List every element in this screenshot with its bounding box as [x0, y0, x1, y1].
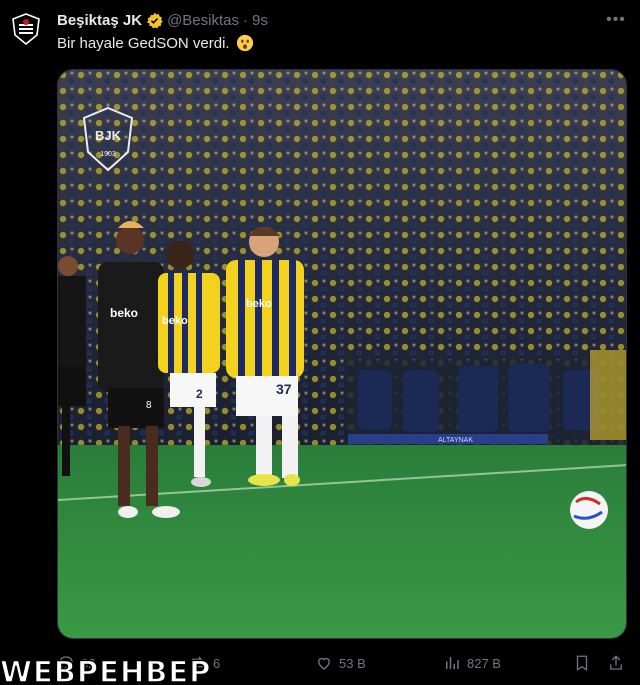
- jersey-number-yellow-right: 37: [276, 381, 292, 397]
- views-chart-icon: [446, 657, 459, 669]
- author-handle[interactable]: @Besiktas: [167, 12, 239, 29]
- logo-letters: BJK: [95, 128, 122, 143]
- astonished-face-emoji-icon: [236, 34, 253, 52]
- sponsor-yellow-right: beko: [246, 298, 272, 310]
- post-text: Bir hayale GedSON verdi.: [57, 34, 230, 52]
- heart-icon: [318, 657, 330, 670]
- post-header: Beşiktaş JK @Besiktas · 9s •••: [57, 10, 626, 30]
- time-separator: ·: [242, 11, 248, 29]
- like-count: 53 B: [339, 655, 366, 671]
- jersey-number-yellow-left: 2: [196, 387, 203, 401]
- share-button[interactable]: [607, 653, 631, 673]
- watermark: WEBPEHBEP: [0, 654, 212, 685]
- video-frame: ALTAYNAK BJK 1903 15 beko 8: [58, 70, 626, 638]
- advert-board-text: ALTAYNAK: [438, 437, 473, 444]
- logo-year: 1903: [100, 151, 116, 158]
- football: [570, 491, 608, 529]
- verified-badge-icon: [146, 12, 163, 29]
- author-avatar[interactable]: [10, 13, 42, 45]
- pitch: [58, 445, 626, 638]
- share-icon: [610, 655, 622, 670]
- jersey-number-front: 8: [146, 400, 152, 411]
- sponsor-yellow-left: beko: [162, 315, 188, 327]
- bookmark-button[interactable]: [573, 653, 597, 673]
- like-button[interactable]: 53 B: [315, 653, 366, 673]
- sponsor-black-kit: beko: [110, 306, 138, 320]
- bookmark-icon: [576, 655, 588, 672]
- post-video[interactable]: ALTAYNAK BJK 1903 15 beko 8: [57, 69, 627, 639]
- post-time[interactable]: 9s: [252, 12, 268, 29]
- repost-count: 6: [213, 655, 221, 671]
- author-name[interactable]: Beşiktaş JK: [57, 12, 142, 29]
- more-options-icon[interactable]: •••: [606, 10, 626, 30]
- views-button[interactable]: 827 B: [443, 653, 501, 673]
- views-count: 827 B: [467, 655, 501, 671]
- besiktas-crest-icon: [12, 13, 40, 45]
- post-text-row: Bir hayale GedSON verdi.: [57, 34, 254, 52]
